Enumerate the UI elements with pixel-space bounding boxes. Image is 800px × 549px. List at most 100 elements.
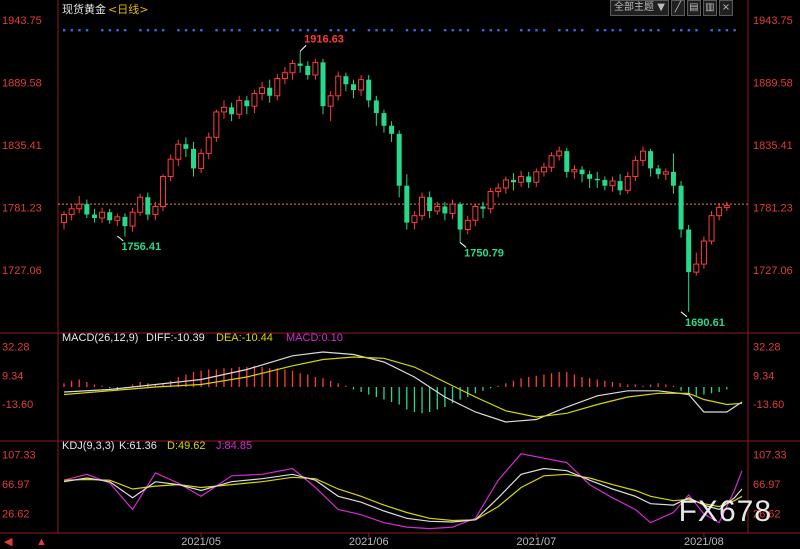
period-label: <日线> [108,2,148,16]
candle-body-up [419,196,426,217]
event-dot [63,29,66,32]
candle-body-up [236,99,243,115]
macd-y-tick: -13.60 [2,399,33,411]
candle-body-down [297,63,303,66]
candle-body-down [564,151,570,172]
price-y-tick: 1835.41 [2,140,42,152]
gold-daily-chart[interactable]: 现货黄金 <日线> 1916.63 1756.41 1750.79 1690.61 1… [0,0,800,549]
event-dot [695,29,698,32]
candle-body-up [411,215,418,224]
scroll-up-icon[interactable]: ▲ [36,536,47,548]
candle-body-down [686,229,692,273]
macd-y-tick: 32.28 [753,342,781,354]
candle-body-up [167,158,174,177]
candle-body-up [487,190,494,210]
candle-body-up [624,175,631,191]
event-dot [421,29,424,32]
candle-body-up [358,79,365,91]
candle-body-up [556,150,563,157]
instrument-title: 现货黄金 [62,2,106,16]
draw-tool-icon[interactable]: ╱ [670,0,685,16]
candle-body-down [145,197,151,215]
event-dot [680,29,683,32]
event-dot [405,29,409,32]
event-dot [573,29,576,32]
event-dot [535,29,538,32]
price-y-tick: 1727.06 [2,265,42,277]
event-dot [215,29,218,32]
scroll-left-icon[interactable]: ◀ [4,536,13,548]
event-dot [344,29,348,32]
event-dot [375,29,378,32]
event-dot [192,29,195,32]
close-icon[interactable]: × [718,0,733,16]
macd-title: MACD(26,12,9) [62,332,138,344]
candle-body-down [305,65,311,76]
candle-body-up [289,63,296,74]
macd-diff-legend: DIFF:-10.39 [146,332,205,344]
event-dot [200,29,203,32]
kdj-y-tick: 107.33 [2,449,36,461]
candle-body-down [594,178,600,181]
event-dot [367,29,371,32]
event-dot [489,29,493,32]
candle-body-down [404,185,410,223]
candle-body-up [693,263,700,273]
event-dot [443,29,447,32]
candle-body-up [129,211,136,227]
event-dot [611,29,614,32]
candle-body-up [61,214,67,224]
event-dot [184,29,188,32]
candle-body-down [107,212,113,221]
event-dot [261,29,264,32]
candle-body-up [220,106,227,113]
candle-body-up [137,196,144,213]
event-dot [649,29,652,32]
event-dot [672,29,675,32]
candle-body-up [281,72,288,80]
candle-body-down [366,79,372,101]
candle-body-up [213,111,220,138]
event-dot [619,29,622,32]
event-dot [123,29,127,32]
price-annotation: 1756.41 [121,241,161,253]
candle-body-down [602,179,608,186]
candle-body-up [639,150,646,161]
candle-body-up [175,143,182,160]
kdj-y-tick: 107.33 [753,449,787,461]
event-dot [382,29,386,32]
event-dot [306,29,310,32]
event-dot [687,29,691,32]
price-annotation: 1916.63 [304,33,344,45]
event-dot [634,29,637,32]
event-dot [497,29,500,32]
macd-y-tick: -13.60 [753,399,784,411]
event-dot [116,29,119,32]
candle-body-up [708,215,715,242]
candle-body-up [548,155,555,168]
window-toggle-icon[interactable]: ▥ [702,0,717,16]
event-dot [177,29,180,32]
price-y-tick: 1943.75 [753,15,793,27]
theme-select-label: 全部主题 [614,2,654,13]
candle-body-down [183,144,189,149]
candle-body-up [327,95,334,107]
event-dot [451,29,454,32]
x-tick-label: 2021/08 [684,536,724,548]
candle-body-down [320,62,326,107]
candle-body-up [723,204,730,209]
event-dot [314,29,317,32]
event-dot [238,29,241,32]
candle-body-down [579,169,585,175]
event-dot [70,29,74,32]
theme-select[interactable]: 全部主题 ▼ [610,0,669,16]
event-dot [718,29,721,32]
candle-body-up [251,92,258,107]
event-dot [390,29,393,32]
candle-body-down [427,197,433,212]
candle-body-up [259,87,266,94]
price-y-tick: 1781.23 [753,202,793,214]
kdj-y-tick: 66.97 [2,479,30,491]
candle-body-up [449,203,456,214]
indicator-icon[interactable]: ▤ [686,0,701,16]
